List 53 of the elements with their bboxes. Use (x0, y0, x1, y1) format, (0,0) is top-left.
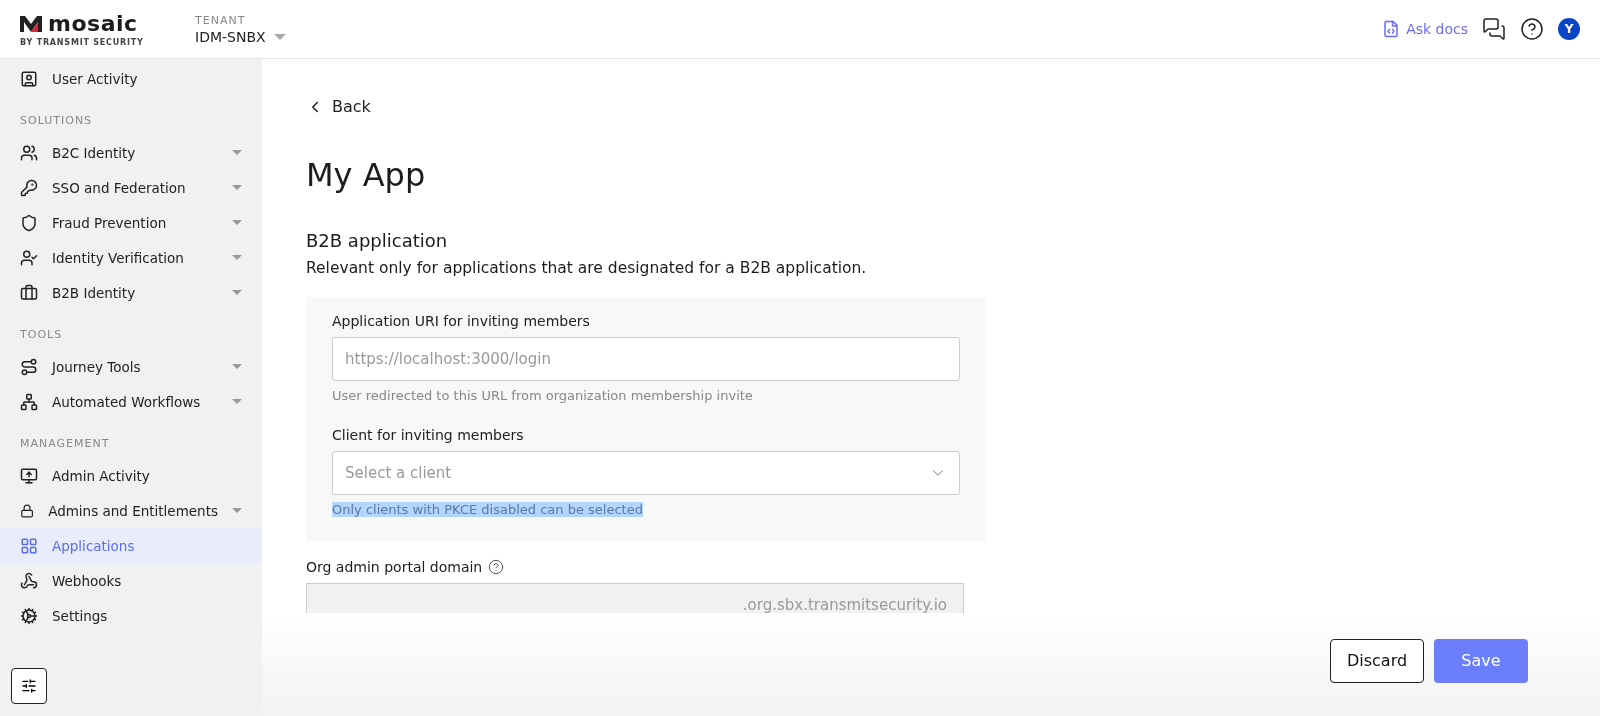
ask-docs-link[interactable]: Ask docs (1382, 20, 1468, 38)
tenant-label: TENANT (195, 13, 247, 27)
field-hint: User redirected to this URL from organization membership invite (332, 388, 753, 403)
sliders-icon (21, 678, 37, 694)
field-hint: Only clients with PKCE disabled can be selected (332, 502, 643, 517)
nav-icon (20, 571, 38, 590)
help-icon (488, 559, 505, 575)
nav-icon (20, 606, 38, 625)
sidebar-item[interactable]: Settings (0, 598, 262, 633)
sidebar-item[interactable]: SSO and Federation (0, 170, 262, 205)
sidebar-item[interactable]: Applications (0, 528, 262, 563)
nav-icon (20, 283, 38, 302)
nav-icon (20, 357, 38, 376)
nav-icon (20, 536, 38, 555)
section-heading: TOOLS (19, 327, 64, 343)
field-label: Org admin portal domain (306, 559, 483, 575)
sidebar-item[interactable]: Webhooks (0, 563, 262, 598)
nav-icon (20, 69, 38, 88)
sidebar-item[interactable]: Fraud Prevention (0, 205, 262, 240)
nav-icon (20, 466, 38, 485)
sidebar-item[interactable]: B2C Identity (0, 135, 262, 170)
sidebar-item[interactable]: User Activity (0, 61, 262, 96)
tenant-selector[interactable]: IDM-SNBX (195, 28, 286, 45)
back-link[interactable]: Back (306, 97, 371, 116)
chat-button[interactable] (1482, 17, 1506, 41)
section-heading: SOLUTIONS (19, 113, 94, 129)
nav-icon (20, 143, 38, 162)
nav-icon (20, 248, 38, 267)
sidebar-item[interactable]: B2B Identity (0, 275, 262, 310)
brand-name: mosaic (48, 11, 138, 36)
field-label: Client for inviting members (332, 427, 525, 443)
input-field[interactable]: https://localhost:3000/login (332, 337, 960, 381)
document-code-icon (1382, 20, 1401, 38)
field-label: Application URI for inviting members (332, 313, 591, 329)
section-description: Relevant only for applications that are designated for a B2B application. (306, 259, 867, 277)
nav-icon (20, 213, 38, 232)
page-title: My App (306, 156, 426, 194)
section-title: B2B application (306, 230, 448, 251)
sidebar-item[interactable]: Identity Verification (0, 240, 262, 275)
sidebar-item[interactable]: Automated Workflows (0, 384, 262, 419)
brand-subtitle: BY TRANSMIT SECURITY (20, 38, 145, 47)
section-heading: MANAGEMENT (19, 436, 111, 452)
settings-sliders-button[interactable] (11, 668, 47, 704)
sidebar-item[interactable]: Admin Activity (0, 458, 262, 493)
brand-logo-icon (20, 15, 42, 32)
caret-icon (273, 33, 286, 40)
nav-icon (20, 392, 38, 411)
discard-button[interactable]: Discard (1330, 638, 1424, 683)
nav-icon (20, 178, 38, 197)
sidebar-item[interactable]: Journey Tools (0, 349, 262, 384)
sidebar-item[interactable]: Admins and Entitlements (0, 493, 262, 528)
user-avatar[interactable]: Y (1558, 18, 1580, 40)
help-button[interactable] (1520, 17, 1544, 41)
